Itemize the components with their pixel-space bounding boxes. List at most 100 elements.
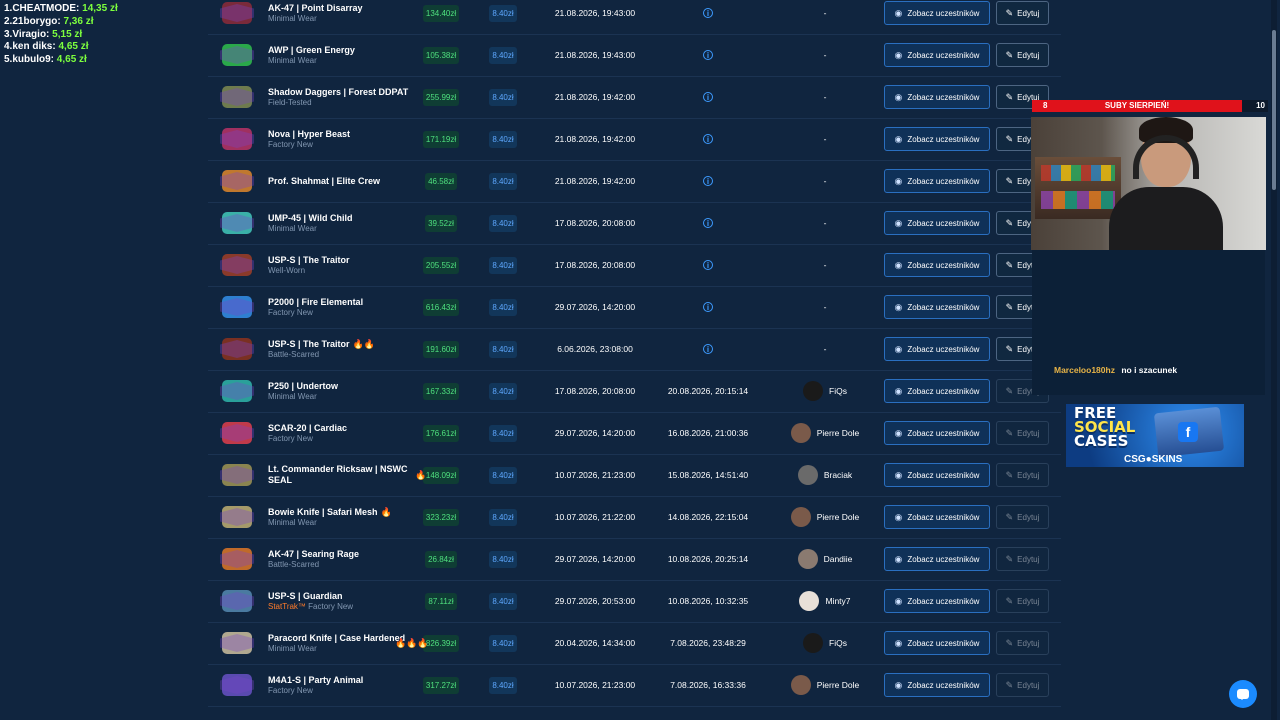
view-participants-button[interactable]: ◉ Zobacz uczestników	[884, 463, 990, 487]
item-price-cell: 105.38zł	[420, 34, 462, 76]
view-participants-label: Zobacz uczestników	[907, 596, 980, 606]
edit-button[interactable]: ✎ Edytuj	[996, 505, 1049, 529]
info-icon[interactable]: i	[703, 8, 713, 18]
item-condition: Factory New	[268, 139, 313, 149]
donor-name: 4.ken diks:	[4, 41, 56, 53]
info-icon[interactable]: i	[703, 218, 713, 228]
view-participants-button[interactable]: ◉ Zobacz uczestników	[884, 43, 990, 67]
item-price-cell: 191.60zł	[420, 328, 462, 370]
winner-avatar	[797, 549, 818, 569]
donor-row: 2.21borygo: 7,36 zł	[4, 16, 118, 29]
view-participants-button[interactable]: ◉ Zobacz uczestników	[884, 631, 990, 655]
winner-avatar	[799, 591, 820, 611]
view-participants-button[interactable]: ◉ Zobacz uczestników	[884, 589, 990, 613]
item-image-cell	[220, 160, 254, 202]
edit-icon: ✎	[1005, 595, 1014, 606]
entry-price-cell: 8.40zł	[486, 118, 520, 160]
view-participants-button[interactable]: ◉ Zobacz uczestników	[884, 295, 990, 319]
view-participants-button[interactable]: ◉ Zobacz uczestników	[884, 421, 990, 445]
info-icon[interactable]: i	[703, 92, 713, 102]
info-icon[interactable]: i	[703, 302, 713, 312]
winner-cell: FiQs	[770, 622, 880, 664]
stream-chat: Marceloo180hz no i szacunek	[1032, 250, 1265, 395]
edit-icon: ✎	[1005, 469, 1014, 480]
edit-button[interactable]: ✎ Edytuj	[996, 673, 1049, 697]
item-price: 167.33zł	[422, 382, 460, 400]
view-participants-button[interactable]: ◉ Zobacz uczestników	[884, 673, 990, 697]
view-participants-button[interactable]: ◉ Zobacz uczestników	[884, 1, 990, 25]
item-image	[222, 422, 252, 444]
sub-goal-label: SUBY SIERPIEŃ!	[1104, 101, 1170, 110]
hot-fire-icon: 🔥🔥	[352, 338, 375, 349]
winner-cell: -	[770, 202, 880, 244]
info-icon[interactable]: i	[703, 176, 713, 186]
item-image	[222, 128, 252, 150]
table-row: AWP | Green Energy Minimal Wear 105.38zł 8.…	[208, 34, 1061, 77]
start-date: 21.08.2026, 19:43:00	[554, 50, 636, 60]
promo-banner[interactable]: FREE SOCIAL CASES f CSG●SKINS	[1066, 404, 1244, 467]
sub-goal-target: 10	[1256, 101, 1265, 110]
donor-amount: 5,15 zł	[52, 28, 83, 40]
item-image-cell	[220, 454, 254, 496]
view-participants-button[interactable]: ◉ Zobacz uczestników	[884, 253, 990, 277]
winner-avatar	[790, 507, 811, 527]
item-image-cell	[220, 622, 254, 664]
promo-headline: FREE SOCIAL CASES	[1074, 406, 1154, 449]
edit-button[interactable]: ✎ Edytuj	[996, 631, 1049, 655]
end-date-cell[interactable]: i	[653, 328, 763, 370]
chat-message: Marceloo180hz no i szacunek	[1054, 365, 1177, 375]
edit-button[interactable]: ✎ Edytuj	[996, 43, 1049, 67]
winner-cell: -	[770, 118, 880, 160]
entry-price: 8.40zł	[489, 46, 517, 64]
info-icon[interactable]: i	[703, 50, 713, 60]
scrollbar-thumb[interactable]	[1272, 30, 1276, 190]
end-date-cell[interactable]: i	[653, 202, 763, 244]
end-date-cell[interactable]: i	[653, 286, 763, 328]
edit-button[interactable]: ✎ Edytuj	[996, 1, 1049, 25]
view-participants-button[interactable]: ◉ Zobacz uczestników	[884, 337, 990, 361]
view-participants-label: Zobacz uczestników	[907, 680, 980, 690]
eye-icon: ◉	[894, 217, 903, 228]
view-participants-label: Zobacz uczestników	[907, 134, 980, 144]
item-image	[222, 506, 252, 528]
end-date-cell[interactable]: i	[653, 0, 763, 34]
eye-icon: ◉	[894, 7, 903, 18]
page-scrollbar[interactable]	[1271, 0, 1277, 720]
entry-price: 8.40zł	[489, 592, 517, 610]
item-name: USP-S | Guardian	[268, 590, 343, 601]
edit-button[interactable]: ✎ Edytuj	[996, 463, 1049, 487]
chat-widget-button[interactable]	[1229, 680, 1257, 708]
table-row: Lt. Commander Ricksaw | NSWC SEAL 🔥 148.09…	[208, 454, 1061, 497]
end-date-cell[interactable]: i	[653, 118, 763, 160]
item-image-cell	[220, 496, 254, 538]
view-participants-button[interactable]: ◉ Zobacz uczestników	[884, 379, 990, 403]
entry-price-cell: 8.40zł	[486, 412, 520, 454]
view-participants-button[interactable]: ◉ Zobacz uczestników	[884, 85, 990, 109]
end-date-cell[interactable]: i	[653, 34, 763, 76]
edit-label: Edytuj	[1017, 470, 1040, 480]
eye-icon: ◉	[894, 49, 903, 60]
end-date-cell[interactable]: i	[653, 244, 763, 286]
info-icon[interactable]: i	[703, 134, 713, 144]
winner-cell: -	[770, 160, 880, 202]
edit-button[interactable]: ✎ Edytuj	[996, 421, 1049, 445]
end-date-cell[interactable]: i	[653, 160, 763, 202]
end-date-cell[interactable]: i	[653, 76, 763, 118]
item-image	[222, 296, 252, 318]
item-image-cell	[220, 412, 254, 454]
info-icon[interactable]: i	[703, 344, 713, 354]
view-participants-button[interactable]: ◉ Zobacz uczestników	[884, 127, 990, 151]
view-participants-button[interactable]: ◉ Zobacz uczestników	[884, 547, 990, 571]
edit-button[interactable]: ✎ Edytuj	[996, 547, 1049, 571]
item-price-cell: 26.84zł	[420, 538, 462, 580]
eye-icon: ◉	[894, 385, 903, 396]
edit-icon: ✎	[1005, 175, 1014, 186]
view-participants-button[interactable]: ◉ Zobacz uczestników	[884, 505, 990, 529]
view-participants-button[interactable]: ◉ Zobacz uczestników	[884, 211, 990, 235]
info-icon[interactable]: i	[703, 260, 713, 270]
view-participants-button[interactable]: ◉ Zobacz uczestników	[884, 169, 990, 193]
edit-button[interactable]: ✎ Edytuj	[996, 589, 1049, 613]
top-donors-overlay: 1.CHEATMODE: 14,35 zł 2.21borygo: 7,36 zł…	[4, 3, 118, 67]
item-image-cell	[220, 118, 254, 160]
donor-row: 4.ken diks: 4,65 zł	[4, 41, 118, 54]
